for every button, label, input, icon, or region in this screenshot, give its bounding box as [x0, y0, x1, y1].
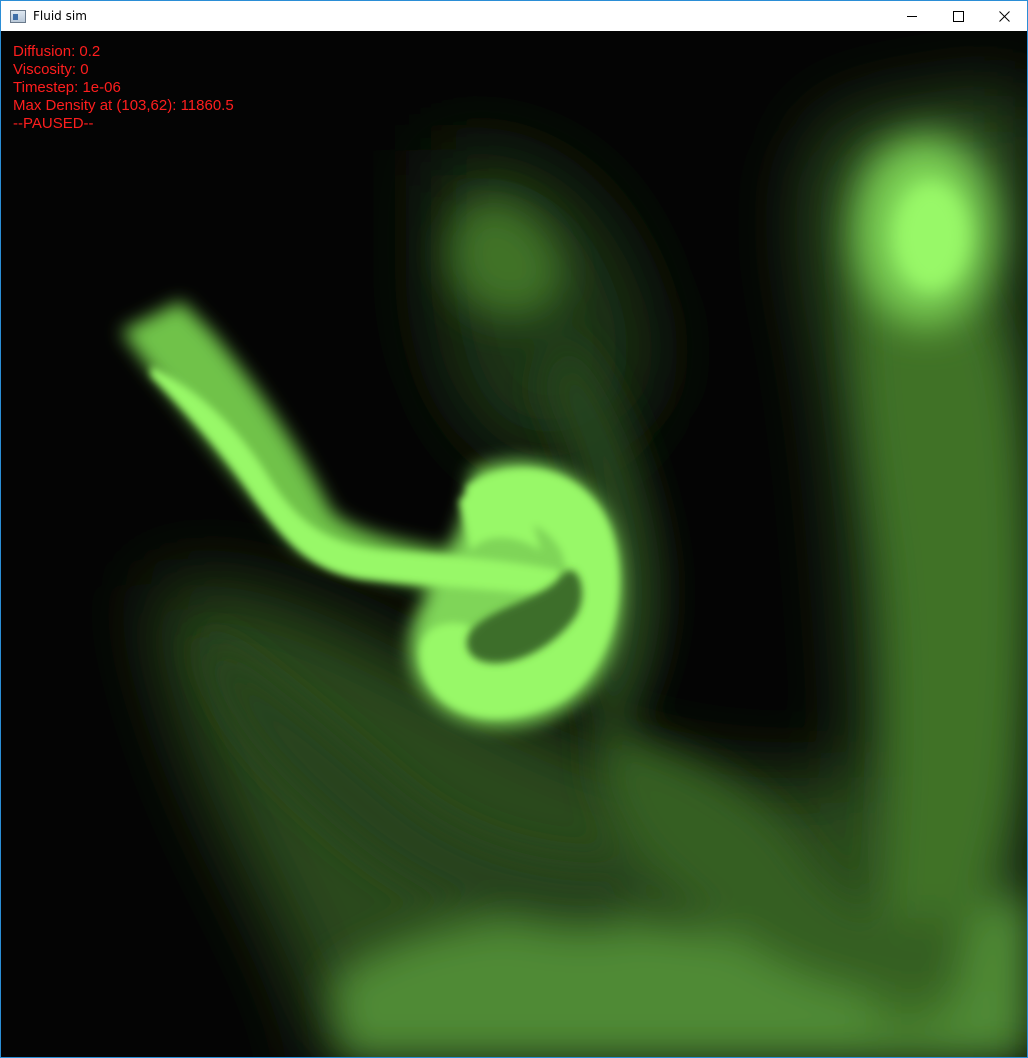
close-button[interactable] [981, 1, 1027, 31]
close-icon [998, 10, 1010, 22]
window-title: Fluid sim [33, 9, 87, 23]
timestep-readout: Timestep: 1e-06 [13, 79, 121, 96]
fluid-canvas[interactable]: Diffusion: 0.2 Viscosity: 0 Timestep: 1e… [1, 31, 1027, 1057]
diffusion-readout: Diffusion: 0.2 [13, 43, 101, 60]
max-density-readout: Max Density at (103,62): 11860.5 [13, 97, 234, 114]
minimize-button[interactable] [889, 1, 935, 31]
minimize-icon [907, 16, 917, 17]
fluid-density-render [121, 91, 1027, 1057]
paused-status: --PAUSED-- [13, 115, 94, 132]
viscosity-readout: Viscosity: 0 [13, 61, 89, 78]
app-window-icon [10, 9, 26, 23]
maximize-button[interactable] [935, 1, 981, 31]
fluid-sim-window: Fluid sim Diffusion: 0.2 Viscosity: 0 Ti… [0, 0, 1028, 1058]
maximize-icon [952, 10, 964, 22]
window-controls [889, 1, 1027, 31]
sim-info-overlay: Diffusion: 0.2 Viscosity: 0 Timestep: 1e… [13, 43, 234, 133]
title-bar[interactable]: Fluid sim [1, 1, 1027, 31]
